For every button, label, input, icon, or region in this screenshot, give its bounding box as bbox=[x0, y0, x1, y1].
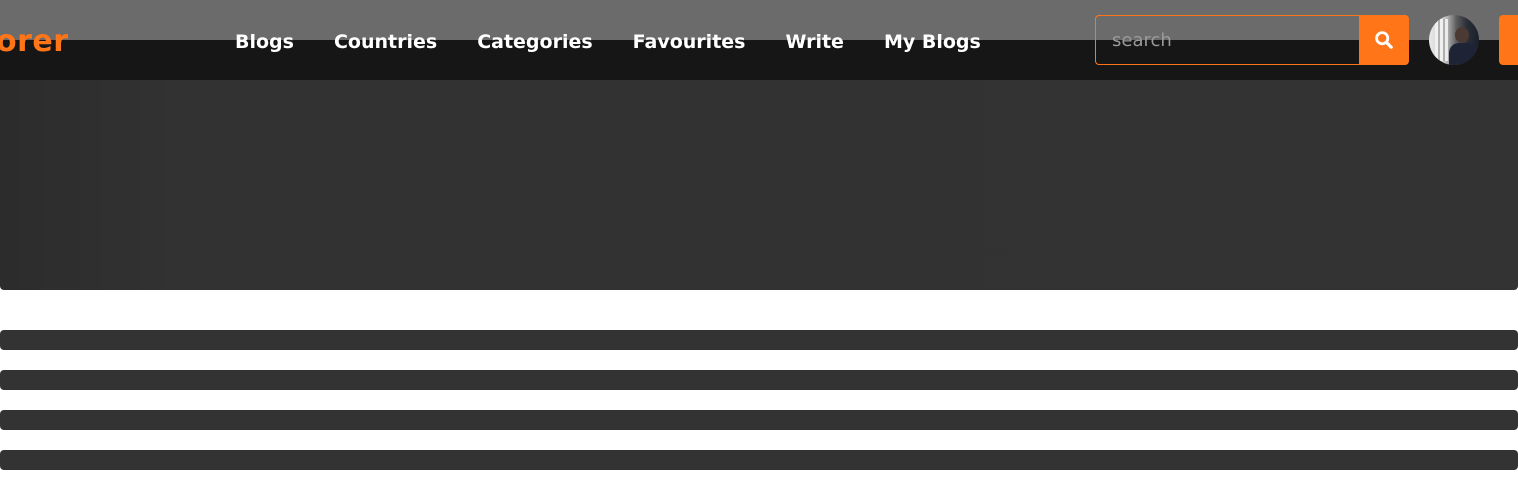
header-action-button[interactable] bbox=[1499, 15, 1518, 65]
nav-link-blogs[interactable]: Blogs bbox=[235, 31, 294, 53]
skeleton-text-line bbox=[0, 370, 1518, 390]
nav-link-favourites[interactable]: Favourites bbox=[633, 31, 746, 53]
brand-logo[interactable]: orer bbox=[0, 20, 69, 64]
avatar-photo-head bbox=[1455, 27, 1469, 43]
user-avatar[interactable] bbox=[1429, 15, 1479, 65]
hero-image-skeleton bbox=[0, 80, 1518, 290]
avatar-photo-body bbox=[1449, 43, 1477, 65]
main-nav: Blogs Countries Categories Favourites Wr… bbox=[235, 20, 1021, 64]
search-button[interactable] bbox=[1359, 15, 1409, 65]
skeleton-text-line bbox=[0, 330, 1518, 350]
search-icon bbox=[1375, 31, 1393, 49]
nav-link-my-blogs[interactable]: My Blogs bbox=[884, 31, 981, 53]
search-bar bbox=[1095, 15, 1409, 65]
skeleton-text-line bbox=[0, 450, 1518, 470]
nav-link-categories[interactable]: Categories bbox=[477, 31, 592, 53]
top-navbar: orer Blogs Countries Categories Favourit… bbox=[0, 0, 1518, 80]
nav-link-write[interactable]: Write bbox=[785, 31, 843, 53]
skeleton-text-line bbox=[0, 410, 1518, 430]
nav-link-countries[interactable]: Countries bbox=[334, 31, 437, 53]
search-input[interactable] bbox=[1095, 15, 1359, 65]
avatar-photo-window bbox=[1435, 19, 1449, 61]
